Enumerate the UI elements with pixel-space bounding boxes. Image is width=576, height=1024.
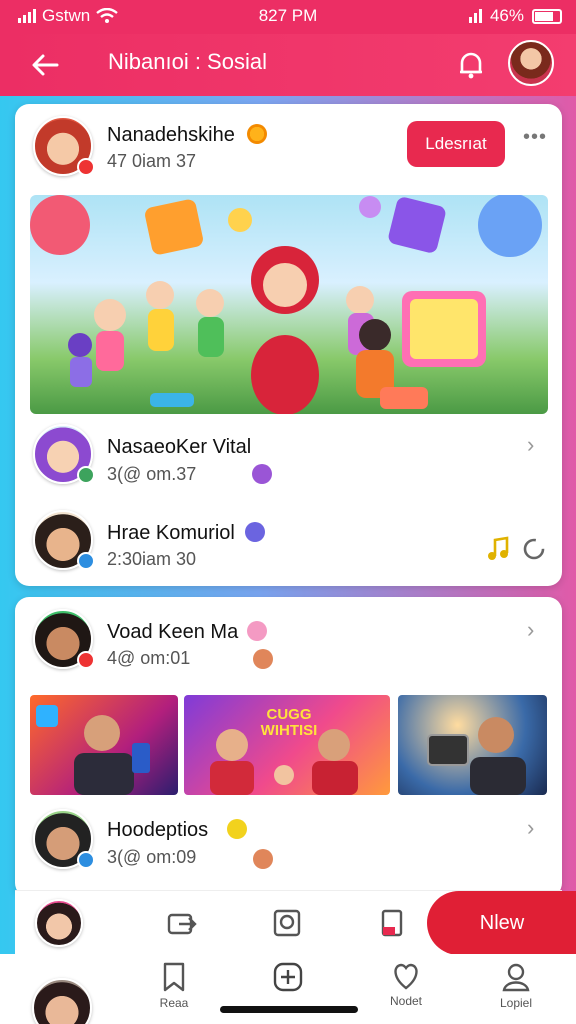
bookmark-tab-icon[interactable] bbox=[379, 909, 405, 937]
search-icon[interactable] bbox=[273, 909, 303, 937]
cell-signal-icon bbox=[468, 9, 482, 23]
comment-time: 3(@ om:09 bbox=[107, 847, 197, 867]
battery-icon bbox=[532, 8, 562, 24]
chevron-right-icon[interactable]: › bbox=[527, 617, 534, 643]
nav-avatar[interactable] bbox=[32, 978, 92, 1024]
post-time: 4@ om:01 bbox=[107, 648, 191, 668]
heart-badge-icon bbox=[252, 464, 272, 484]
comment-time: 3(@ om.37 bbox=[107, 464, 197, 484]
star-badge-icon bbox=[227, 819, 247, 839]
status-right: 46% bbox=[468, 6, 562, 26]
online-badge-icon bbox=[77, 466, 95, 484]
verified-badge-icon bbox=[77, 158, 95, 176]
notifications-button[interactable] bbox=[452, 46, 490, 84]
follow-button[interactable]: Ldesrıat bbox=[407, 121, 505, 167]
nav-item-label: Nodet bbox=[389, 994, 423, 1008]
my-avatar[interactable] bbox=[35, 899, 83, 947]
comment-author-name: Hrae Komuriol bbox=[107, 522, 235, 544]
share-icon[interactable] bbox=[167, 909, 197, 937]
author-avatar[interactable] bbox=[33, 609, 95, 669]
add-icon bbox=[273, 962, 303, 992]
post-author-name: Nanadehskihe bbox=[107, 124, 235, 146]
refresh-icon[interactable] bbox=[521, 536, 547, 562]
commenter-avatar[interactable] bbox=[33, 809, 95, 869]
hero-illustration bbox=[30, 195, 542, 414]
media-thumbnail[interactable] bbox=[398, 695, 547, 795]
verified-badge-icon bbox=[77, 651, 95, 669]
verified-badge-icon bbox=[77, 552, 95, 570]
home-indicator bbox=[220, 1006, 358, 1013]
comment-author-name: Hoodeptios bbox=[107, 819, 209, 841]
comment-author-name: NasaeoKer Vital bbox=[107, 436, 252, 458]
arrow-left-icon bbox=[32, 54, 59, 76]
nav-item-notifications[interactable]: Nodet bbox=[376, 962, 436, 1008]
post-time: 47 0iam 37 bbox=[107, 151, 197, 171]
star-badge-icon bbox=[247, 124, 267, 144]
new-post-button[interactable]: Nlew bbox=[427, 891, 576, 955]
star-badge-icon bbox=[245, 522, 265, 542]
music-note-icon[interactable] bbox=[487, 536, 511, 562]
post-image[interactable] bbox=[30, 195, 548, 414]
pig-badge-icon bbox=[247, 621, 267, 641]
action-bar: Nlew bbox=[15, 890, 576, 955]
bell-icon bbox=[460, 52, 482, 79]
thumb-illustration bbox=[427, 717, 526, 795]
post-author-name: Voad Keen Ma bbox=[107, 621, 239, 643]
page-title: Nibanıoi : Sosial bbox=[108, 49, 267, 74]
nav-item-label: Lopiel bbox=[499, 996, 533, 1010]
heart-badge-icon bbox=[253, 849, 273, 869]
chevron-right-icon[interactable]: › bbox=[527, 432, 534, 458]
more-options-button[interactable]: ••• bbox=[523, 126, 547, 149]
app-bar: Nibanıoi : Sosial bbox=[0, 34, 576, 96]
post-card: Nanadehskihe 47 0iam 37 Ldesrıat ••• Nas… bbox=[15, 104, 562, 586]
nav-item-add[interactable] bbox=[258, 962, 318, 996]
profile-avatar[interactable] bbox=[508, 40, 554, 86]
bottom-navigation: Reaa Nodet Lopiel bbox=[0, 954, 576, 1024]
media-thumbnail[interactable]: CUGG WIHTISI bbox=[184, 695, 390, 795]
commenter-avatar[interactable] bbox=[33, 424, 95, 484]
verified-badge-icon bbox=[77, 851, 95, 869]
media-thumbnail[interactable] bbox=[30, 695, 178, 795]
back-button[interactable] bbox=[26, 46, 64, 84]
nav-item-profile[interactable]: Lopiel bbox=[486, 962, 546, 1010]
author-avatar[interactable] bbox=[33, 116, 95, 176]
heart-badge-icon bbox=[253, 649, 273, 669]
battery-percent: 46% bbox=[489, 6, 524, 25]
heart-icon bbox=[394, 963, 418, 990]
chevron-right-icon[interactable]: › bbox=[527, 815, 534, 841]
bookmark-icon bbox=[163, 962, 185, 992]
thumb-illustration bbox=[210, 729, 358, 795]
commenter-avatar[interactable] bbox=[33, 510, 95, 570]
nav-item-label: Reaa bbox=[159, 996, 189, 1010]
comment-time: 2:30iam 30 bbox=[107, 549, 197, 569]
nav-item-bookmarks[interactable]: Reaa bbox=[144, 962, 204, 1010]
thumb-illustration bbox=[36, 705, 150, 795]
profile-icon bbox=[502, 963, 530, 992]
post-card: Voad Keen Ma 4@ om:01 › CUGG WIHTISI Hoo… bbox=[15, 597, 562, 897]
status-bar: Gstwn 827 PM 46% bbox=[0, 0, 576, 34]
